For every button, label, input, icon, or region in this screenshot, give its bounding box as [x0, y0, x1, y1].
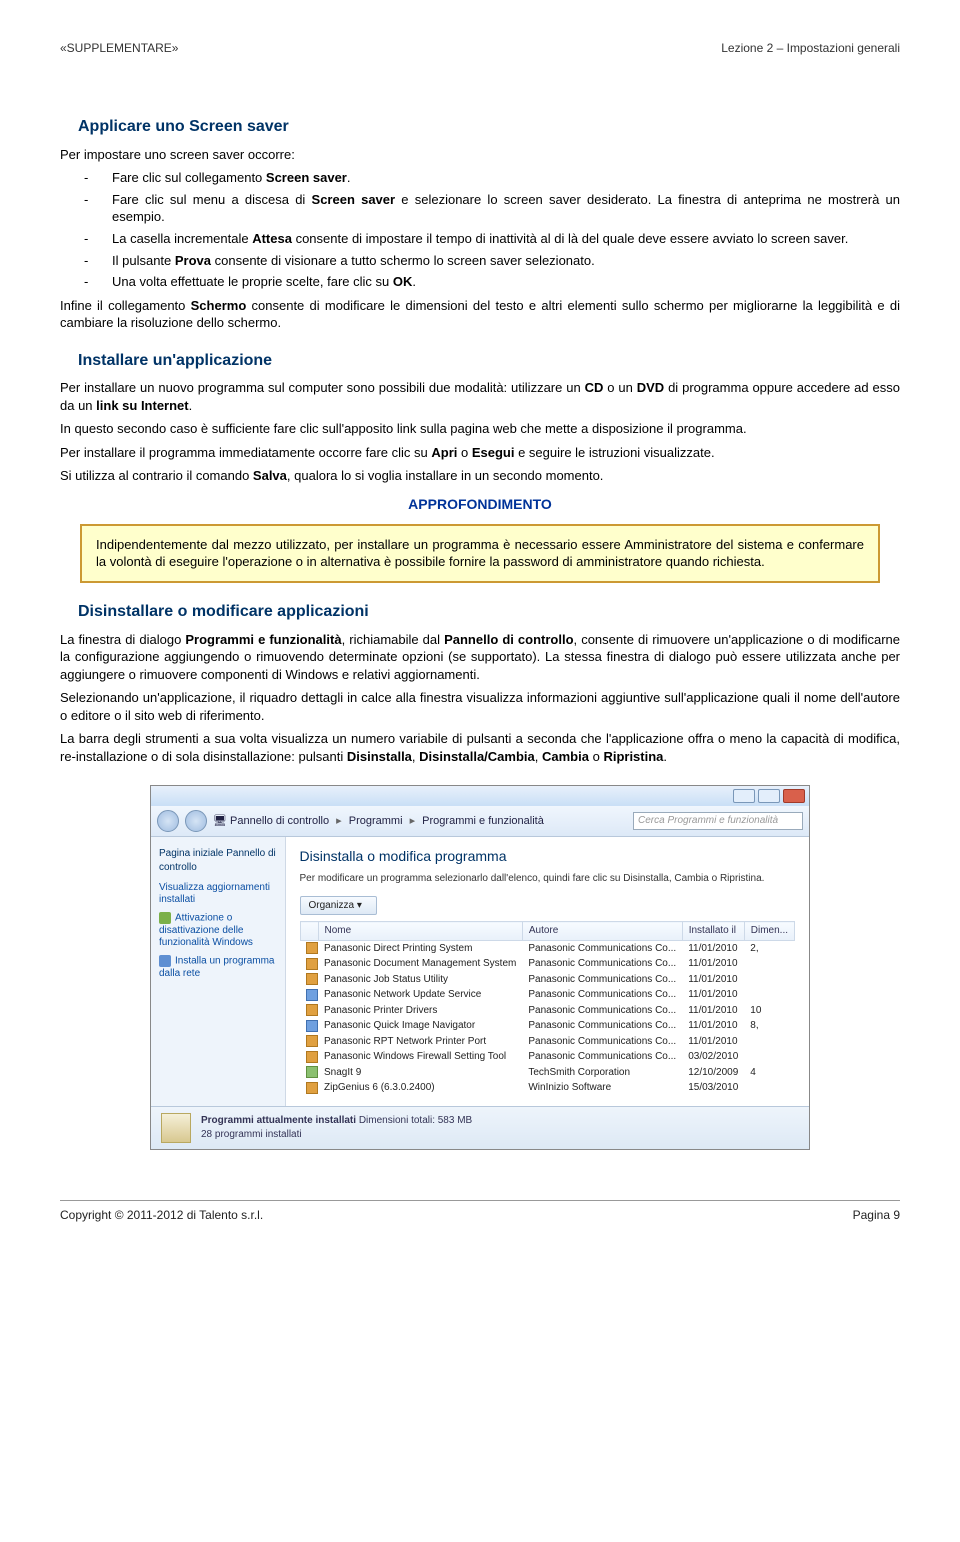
- content-title: Disinstalla o modifica programma: [300, 847, 795, 866]
- column-header[interactable]: Autore: [522, 922, 682, 941]
- program-list[interactable]: NomeAutoreInstallato ilDimen... Panasoni…: [300, 921, 795, 1096]
- table-row[interactable]: Panasonic Network Update ServicePanasoni…: [300, 987, 794, 1003]
- header-left: «SUPPLEMENTARE»: [60, 40, 178, 56]
- install-p3: Per installare il programma immediatamen…: [60, 444, 900, 462]
- uninstall-p2: Selezionando un'applicazione, il riquadr…: [60, 689, 900, 724]
- control-panel-window: 🖥 Pannello di controllo ▸ Programmi ▸ Pr…: [150, 785, 810, 1149]
- install-p4: Si utilizza al contrario il comando Salv…: [60, 467, 900, 485]
- install-p2: In questo secondo caso è sufficiente far…: [60, 420, 900, 438]
- table-row[interactable]: Panasonic Direct Printing SystemPanasoni…: [300, 940, 794, 956]
- table-row[interactable]: Panasonic RPT Network Printer PortPanaso…: [300, 1034, 794, 1050]
- table-row[interactable]: Panasonic Windows Firewall Setting ToolP…: [300, 1049, 794, 1065]
- window-titlebar: [151, 786, 809, 806]
- bullet-item: -La casella incrementale Attesa consente…: [84, 230, 900, 248]
- header-right: Lezione 2 – Impostazioni generali: [721, 40, 900, 56]
- page-footer: Copyright © 2011-2012 di Talento s.r.l. …: [60, 1200, 900, 1223]
- content-pane: Disinstalla o modifica programma Per mod…: [286, 837, 809, 1105]
- minimize-button[interactable]: [733, 789, 755, 803]
- status-bar: Programmi attualmente installati Dimensi…: [151, 1106, 809, 1149]
- sidebar-link[interactable]: Visualizza aggiornamenti installati: [159, 882, 277, 906]
- column-header[interactable]: Dimen...: [744, 922, 794, 941]
- section-title-uninstall: Disinstallare o modificare applicazioni: [78, 601, 900, 623]
- approfondimento-box: Indipendentemente dal mezzo utilizzato, …: [80, 524, 880, 583]
- maximize-button[interactable]: [758, 789, 780, 803]
- uninstall-p3: La barra degli strumenti a sua volta vis…: [60, 730, 900, 765]
- sidebar-link[interactable]: Installa un programma dalla rete: [159, 955, 277, 980]
- nav-bar: 🖥 Pannello di controllo ▸ Programmi ▸ Pr…: [151, 806, 809, 837]
- status-icon: [161, 1113, 191, 1143]
- intro-text: Per impostare uno screen saver occorre:: [60, 146, 900, 164]
- bullet-item: -Fare clic sul collegamento Screen saver…: [84, 169, 900, 187]
- after-bullets: Infine il collegamento Schermo consente …: [60, 297, 900, 332]
- breadcrumb[interactable]: 🖥 Pannello di controllo ▸ Programmi ▸ Pr…: [213, 814, 544, 829]
- sidebar: Pagina iniziale Pannello di controllo Vi…: [151, 837, 286, 1105]
- footer-left: Copyright © 2011-2012 di Talento s.r.l.: [60, 1207, 263, 1223]
- content-sub: Per modificare un programma selezionarlo…: [300, 872, 795, 886]
- status-label: Programmi attualmente installati: [201, 1115, 356, 1126]
- footer-right: Pagina 9: [853, 1207, 900, 1223]
- approfondimento-title: APPROFONDIMENTO: [60, 495, 900, 514]
- status-value: Dimensioni totali: 583 MB: [359, 1115, 472, 1126]
- table-row[interactable]: Panasonic Job Status UtilityPanasonic Co…: [300, 972, 794, 988]
- install-p1: Per installare un nuovo programma sul co…: [60, 379, 900, 414]
- search-input[interactable]: Cerca Programmi e funzionalità: [633, 812, 803, 830]
- back-button[interactable]: [157, 810, 179, 832]
- uninstall-p1: La finestra di dialogo Programmi e funzi…: [60, 631, 900, 684]
- column-header[interactable]: Nome: [318, 922, 522, 941]
- bullet-list: -Fare clic sul collegamento Screen saver…: [60, 169, 900, 290]
- sidebar-link[interactable]: Attivazione o disattivazione delle funzi…: [159, 912, 277, 949]
- table-row[interactable]: Panasonic Document Management SystemPana…: [300, 956, 794, 972]
- table-row[interactable]: Panasonic Printer DriversPanasonic Commu…: [300, 1003, 794, 1019]
- forward-button[interactable]: [185, 810, 207, 832]
- table-row[interactable]: SnagIt 9TechSmith Corporation12/10/20094: [300, 1065, 794, 1081]
- bullet-item: -Fare clic sul menu a discesa di Screen …: [84, 191, 900, 226]
- section-title-screensaver: Applicare uno Screen saver: [78, 116, 900, 138]
- column-header[interactable]: Installato il: [682, 922, 744, 941]
- bullet-item: -Il pulsante Prova consente di visionare…: [84, 252, 900, 270]
- table-row[interactable]: Panasonic Quick Image NavigatorPanasonic…: [300, 1018, 794, 1034]
- sidebar-header: Pagina iniziale Pannello di controllo: [159, 847, 277, 874]
- page-header: «SUPPLEMENTARE» Lezione 2 – Impostazioni…: [60, 40, 900, 56]
- bullet-item: -Una volta effettuate le proprie scelte,…: [84, 273, 900, 291]
- close-button[interactable]: [783, 789, 805, 803]
- status-count: 28 programmi installati: [201, 1128, 472, 1142]
- section-title-install: Installare un'applicazione: [78, 350, 900, 372]
- table-row[interactable]: ZipGenius 6 (6.3.0.2400)WinInizio Softwa…: [300, 1080, 794, 1096]
- organize-button[interactable]: Organizza ▾: [300, 896, 377, 916]
